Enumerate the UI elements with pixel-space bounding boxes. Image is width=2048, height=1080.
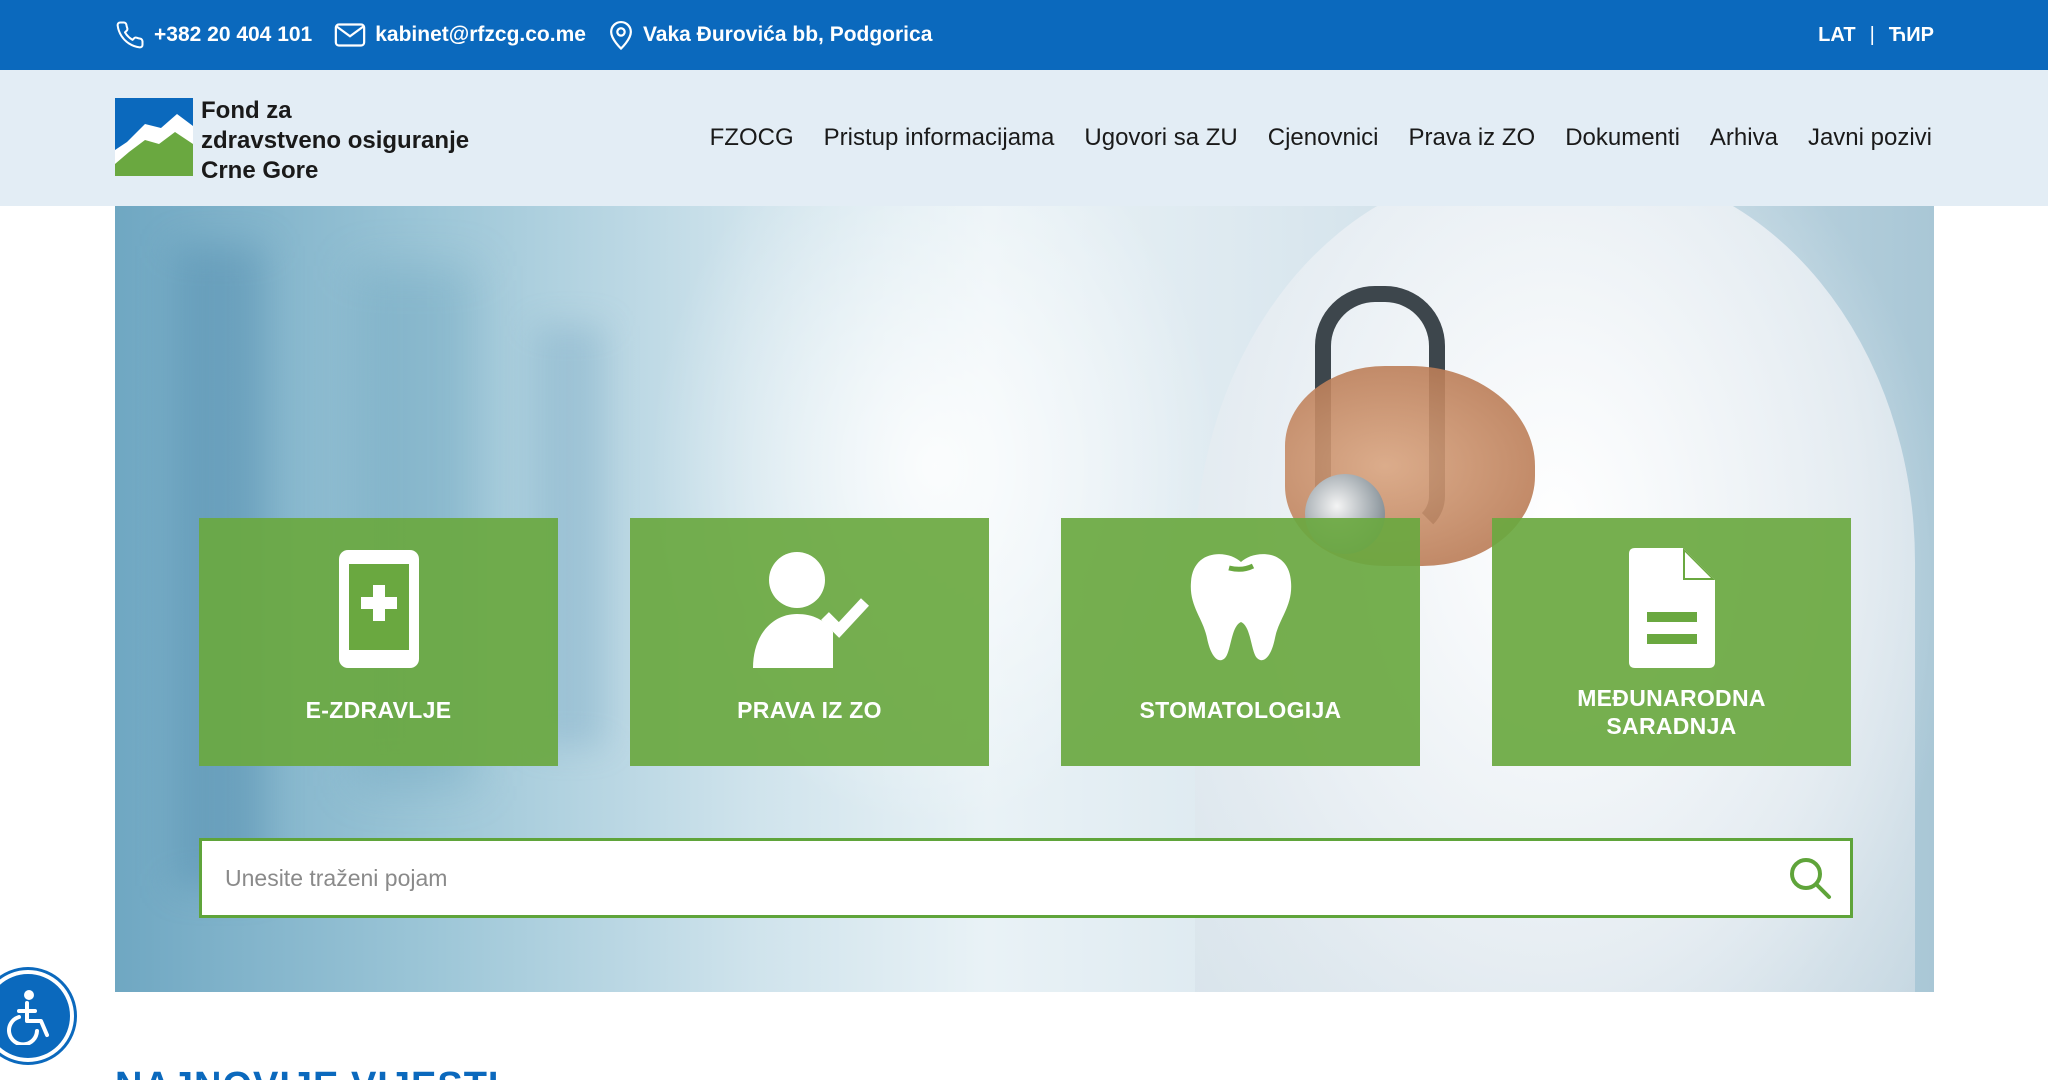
search-button[interactable] (1770, 841, 1850, 915)
nav-item-pristup-informacijama[interactable]: Pristup informacijama (824, 124, 1055, 152)
phone-text: +382 20 404 101 (154, 23, 313, 46)
mail-icon (334, 23, 366, 47)
section-title-latest-news: NAJNOVIJE VIJESTI (115, 1066, 499, 1080)
hero-banner: E-ZDRAVLJE PRAVA IZ ZO STOMATOLOGIJA MEĐ… (115, 206, 1934, 992)
logo-mountain-icon (115, 98, 193, 176)
logo-line-3: Crne Gore (201, 157, 319, 184)
tile-label-line-2: SARADNJA (1606, 713, 1737, 739)
email-link[interactable]: kabinet@rfzcg.co.me (334, 22, 586, 48)
mobile-plus-icon (338, 550, 419, 668)
quick-links: E-ZDRAVLJE PRAVA IZ ZO STOMATOLOGIJA MEĐ… (199, 518, 1851, 766)
nav-item-fzocg[interactable]: FZOCG (710, 124, 794, 152)
location-pin-icon (609, 20, 632, 51)
nav-item-prava-iz-zo[interactable]: Prava iz ZO (1408, 124, 1535, 152)
tile-label: PRAVA IZ ZO (737, 697, 882, 723)
nav-item-dokumenti[interactable]: Dokumenti (1565, 124, 1680, 152)
contact-info: +382 20 404 101 kabinet@rfzcg.co.me Vaka… (115, 0, 954, 70)
language-switcher: LAT | ЋИР (1818, 0, 1934, 70)
address-text: Vaka Đurovića bb, Podgorica (642, 23, 933, 46)
tile-label: E-ZDRAVLJE (305, 697, 452, 723)
lang-latin[interactable]: LAT (1818, 24, 1855, 47)
tile-medjunarodna-saradnja[interactable]: MEĐUNARODNA SARADNJA (1492, 518, 1851, 766)
nav-item-javni-pozivi[interactable]: Javni pozivi (1808, 124, 1932, 152)
phone-link[interactable]: +382 20 404 101 (115, 20, 312, 50)
document-icon (1628, 548, 1715, 668)
tile-e-zdravlje[interactable]: E-ZDRAVLJE (199, 518, 558, 766)
tile-label: MEĐUNARODNA SARADNJA (1492, 684, 1851, 740)
accessibility-icon (7, 990, 49, 1045)
phone-icon (116, 21, 144, 49)
search-icon (1790, 858, 1831, 899)
site-logo[interactable]: Fond za zdravstveno osiguranje Crne Gore (115, 96, 469, 186)
lang-separator: | (1869, 23, 1875, 46)
address-link[interactable]: Vaka Đurovića bb, Podgorica (608, 19, 932, 51)
logo-text: Fond za zdravstveno osiguranje Crne Gore (201, 96, 469, 186)
main-header: Fond za zdravstveno osiguranje Crne Gore… (0, 70, 2048, 206)
search-bar (199, 838, 1853, 918)
user-check-icon (752, 552, 869, 668)
nav-item-cjenovnici[interactable]: Cjenovnici (1268, 124, 1379, 152)
search-input[interactable] (202, 841, 1770, 915)
top-bar: +382 20 404 101 kabinet@rfzcg.co.me Vaka… (0, 0, 2048, 70)
tile-label: STOMATOLOGIJA (1139, 697, 1342, 723)
tile-prava-iz-zo[interactable]: PRAVA IZ ZO (630, 518, 989, 766)
tile-label-line-1: MEĐUNARODNA (1577, 685, 1766, 711)
lang-cyrillic[interactable]: ЋИР (1889, 24, 1934, 47)
tile-stomatologija[interactable]: STOMATOLOGIJA (1061, 518, 1420, 766)
main-nav: FZOCG Pristup informacijama Ugovori sa Z… (680, 70, 1932, 206)
logo-line-2: zdravstveno osiguranje (201, 127, 470, 154)
nav-item-arhiva[interactable]: Arhiva (1710, 124, 1778, 152)
email-text: kabinet@rfzcg.co.me (375, 23, 586, 46)
tooth-icon (1190, 554, 1291, 661)
nav-item-ugovori-sa-zu[interactable]: Ugovori sa ZU (1084, 124, 1237, 152)
accessibility-button[interactable] (0, 970, 74, 1062)
logo-line-1: Fond za (201, 97, 292, 124)
